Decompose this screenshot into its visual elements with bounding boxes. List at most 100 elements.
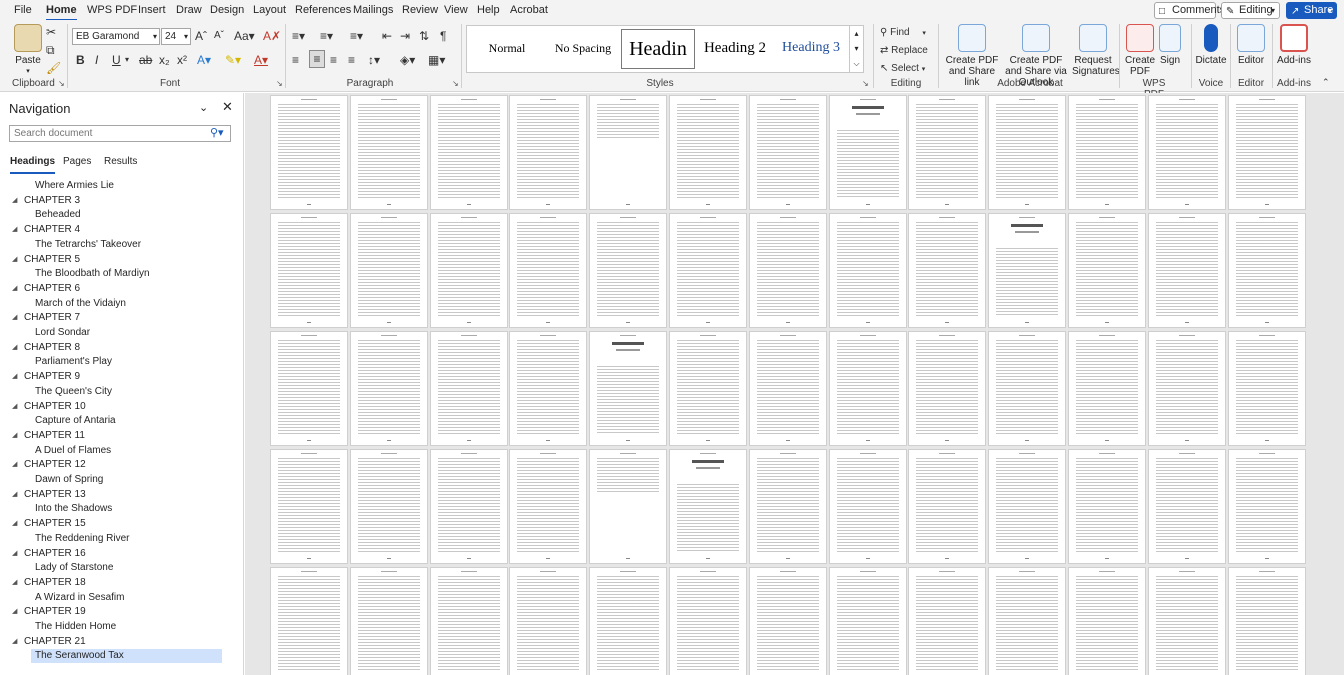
nav-subheading[interactable]: Parliament's Play bbox=[0, 355, 240, 369]
collapse-triangle-icon[interactable]: ◢ bbox=[12, 311, 17, 325]
page-thumbnail[interactable] bbox=[829, 96, 906, 209]
subscript-icon[interactable]: x₂ bbox=[159, 52, 170, 68]
page-thumbnail[interactable] bbox=[1148, 214, 1225, 327]
show-formatting-icon[interactable]: ¶ bbox=[440, 28, 446, 44]
collapse-triangle-icon[interactable]: ◢ bbox=[12, 370, 17, 384]
collapse-triangle-icon[interactable]: ◢ bbox=[12, 517, 17, 531]
nav-chapter-heading[interactable]: ◢ CHAPTER 18 bbox=[0, 576, 240, 590]
tab-layout[interactable]: Layout bbox=[253, 4, 286, 16]
tab-insert[interactable]: Insert bbox=[138, 4, 166, 16]
page-thumbnail[interactable] bbox=[749, 96, 826, 209]
multilevel-list-icon[interactable]: ≡▾ bbox=[350, 28, 363, 44]
style-normal[interactable]: Normal bbox=[471, 29, 543, 69]
nav-chapter-heading[interactable]: ◢ CHAPTER 11 bbox=[0, 429, 240, 443]
collapse-triangle-icon[interactable]: ◢ bbox=[12, 605, 17, 619]
change-case-icon[interactable]: Aa▾ bbox=[234, 28, 255, 44]
wps-sign-button[interactable]: Sign bbox=[1158, 24, 1182, 66]
page-thumbnail[interactable] bbox=[989, 96, 1066, 209]
nav-chapter-heading[interactable]: ◢ CHAPTER 8 bbox=[0, 341, 240, 355]
page-thumbnail[interactable] bbox=[510, 332, 587, 445]
tab-review[interactable]: Review bbox=[402, 4, 438, 16]
page-thumbnail[interactable] bbox=[909, 96, 986, 209]
nav-chapter-heading[interactable]: ◢ CHAPTER 3 bbox=[0, 194, 240, 208]
nav-subheading[interactable]: The Tetrarchs' Takeover bbox=[0, 238, 240, 252]
editing-mode-button[interactable]: ✎ Editing ▾ bbox=[1221, 2, 1280, 19]
nav-subheading[interactable]: Capture of Antaria bbox=[0, 414, 240, 428]
page-thumbnail[interactable] bbox=[430, 332, 507, 445]
nav-subheading[interactable]: Lady of Starstone bbox=[0, 561, 240, 575]
tab-references[interactable]: References bbox=[295, 4, 351, 16]
nav-subheading[interactable]: Beheaded bbox=[0, 208, 240, 222]
nav-subheading[interactable]: The Bloodbath of Mardiyn bbox=[0, 267, 240, 281]
tab-mailings[interactable]: Mailings bbox=[353, 4, 393, 16]
replace-button[interactable]: ⇄ Replace bbox=[880, 43, 932, 59]
style-heading-1[interactable]: Headin bbox=[621, 29, 695, 69]
collapse-ribbon-icon[interactable]: ⌃ bbox=[1322, 74, 1330, 90]
bullets-icon[interactable]: ≡▾ bbox=[292, 28, 305, 44]
page-thumbnail[interactable] bbox=[749, 568, 826, 675]
page-thumbnail[interactable] bbox=[510, 96, 587, 209]
superscript-icon[interactable]: x² bbox=[177, 52, 187, 68]
decrease-indent-icon[interactable]: ⇤ bbox=[382, 28, 392, 44]
page-thumbnail[interactable] bbox=[1069, 568, 1145, 675]
wps-create-pdf-button[interactable]: Create PDF bbox=[1124, 24, 1156, 77]
clipboard-launcher-icon[interactable]: ↘ bbox=[58, 79, 65, 88]
page-thumbnail[interactable] bbox=[1148, 96, 1225, 209]
nav-chapter-heading[interactable]: ◢ CHAPTER 15 bbox=[0, 517, 240, 531]
page-thumbnail[interactable] bbox=[510, 568, 587, 675]
justify-icon[interactable]: ≡ bbox=[348, 52, 355, 68]
editor-button[interactable]: Editor bbox=[1234, 24, 1268, 66]
tab-results[interactable]: Results bbox=[104, 156, 137, 167]
clear-formatting-icon[interactable]: A✗ bbox=[263, 28, 281, 44]
page-thumbnail[interactable] bbox=[670, 568, 746, 675]
underline-icon[interactable]: U bbox=[112, 52, 121, 68]
nav-chapter-heading[interactable]: ◢ CHAPTER 16 bbox=[0, 547, 240, 561]
collapse-triangle-icon[interactable]: ◢ bbox=[12, 547, 17, 561]
nav-subheading[interactable]: The Queen's City bbox=[0, 385, 240, 399]
nav-chapter-heading[interactable]: ◢ CHAPTER 12 bbox=[0, 458, 240, 472]
tab-headings[interactable]: Headings bbox=[10, 156, 56, 174]
collapse-triangle-icon[interactable]: ◢ bbox=[12, 223, 17, 237]
page-thumbnail[interactable] bbox=[271, 96, 347, 209]
page-thumbnail[interactable] bbox=[749, 214, 826, 327]
page-thumbnail[interactable] bbox=[1228, 568, 1305, 675]
style-heading-2[interactable]: Heading 2 bbox=[697, 29, 773, 69]
grow-font-icon[interactable]: Aˆ bbox=[195, 28, 207, 44]
nav-subheading[interactable]: The Reddening River bbox=[0, 532, 240, 546]
page-thumbnail[interactable] bbox=[909, 568, 986, 675]
collapse-triangle-icon[interactable]: ◢ bbox=[12, 253, 17, 267]
page-thumbnail[interactable] bbox=[590, 96, 667, 209]
page-thumbnail[interactable] bbox=[271, 568, 347, 675]
align-right-icon[interactable]: ≡ bbox=[330, 52, 337, 68]
page-thumbnail[interactable] bbox=[1069, 214, 1145, 327]
page-thumbnail[interactable] bbox=[430, 214, 507, 327]
nav-chapter-heading[interactable]: ◢ CHAPTER 13 bbox=[0, 488, 240, 502]
strikethrough-icon[interactable]: ab bbox=[139, 52, 152, 68]
tab-design[interactable]: Design bbox=[210, 4, 244, 16]
collapse-triangle-icon[interactable]: ◢ bbox=[12, 194, 17, 208]
nav-subheading[interactable]: Into the Shadows bbox=[0, 502, 240, 516]
nav-subheading[interactable]: A Duel of Flames bbox=[0, 444, 240, 458]
page-thumbnail[interactable] bbox=[350, 214, 427, 327]
shading-icon[interactable]: ◈▾ bbox=[400, 52, 415, 68]
page-thumbnail[interactable] bbox=[271, 332, 347, 445]
bold-icon[interactable]: B bbox=[76, 52, 85, 68]
page-thumbnail[interactable] bbox=[1069, 96, 1145, 209]
copy-icon[interactable]: ⧉ bbox=[46, 42, 55, 58]
page-thumbnail[interactable] bbox=[989, 214, 1066, 327]
page-thumbnail[interactable] bbox=[670, 214, 746, 327]
dictate-button[interactable]: Dictate bbox=[1195, 24, 1227, 66]
page-thumbnail[interactable] bbox=[1148, 332, 1225, 445]
nav-chapter-heading[interactable]: ◢ CHAPTER 4 bbox=[0, 223, 240, 237]
page-thumbnail[interactable] bbox=[829, 332, 906, 445]
comments-button[interactable]: □ Comments bbox=[1154, 2, 1225, 19]
page-thumbnail[interactable] bbox=[989, 450, 1066, 563]
tab-file[interactable]: File bbox=[14, 4, 32, 16]
chevron-down-icon[interactable]: ⌄ bbox=[199, 101, 208, 114]
page-thumbnail[interactable] bbox=[909, 332, 986, 445]
add-ins-button[interactable]: Add-ins bbox=[1276, 24, 1312, 66]
font-name-combo[interactable]: EB Garamond ▾ bbox=[72, 28, 160, 45]
page-thumbnail[interactable] bbox=[749, 332, 826, 445]
nav-subheading[interactable]: Lord Sondar bbox=[0, 326, 240, 340]
tab-view[interactable]: View bbox=[444, 4, 468, 16]
